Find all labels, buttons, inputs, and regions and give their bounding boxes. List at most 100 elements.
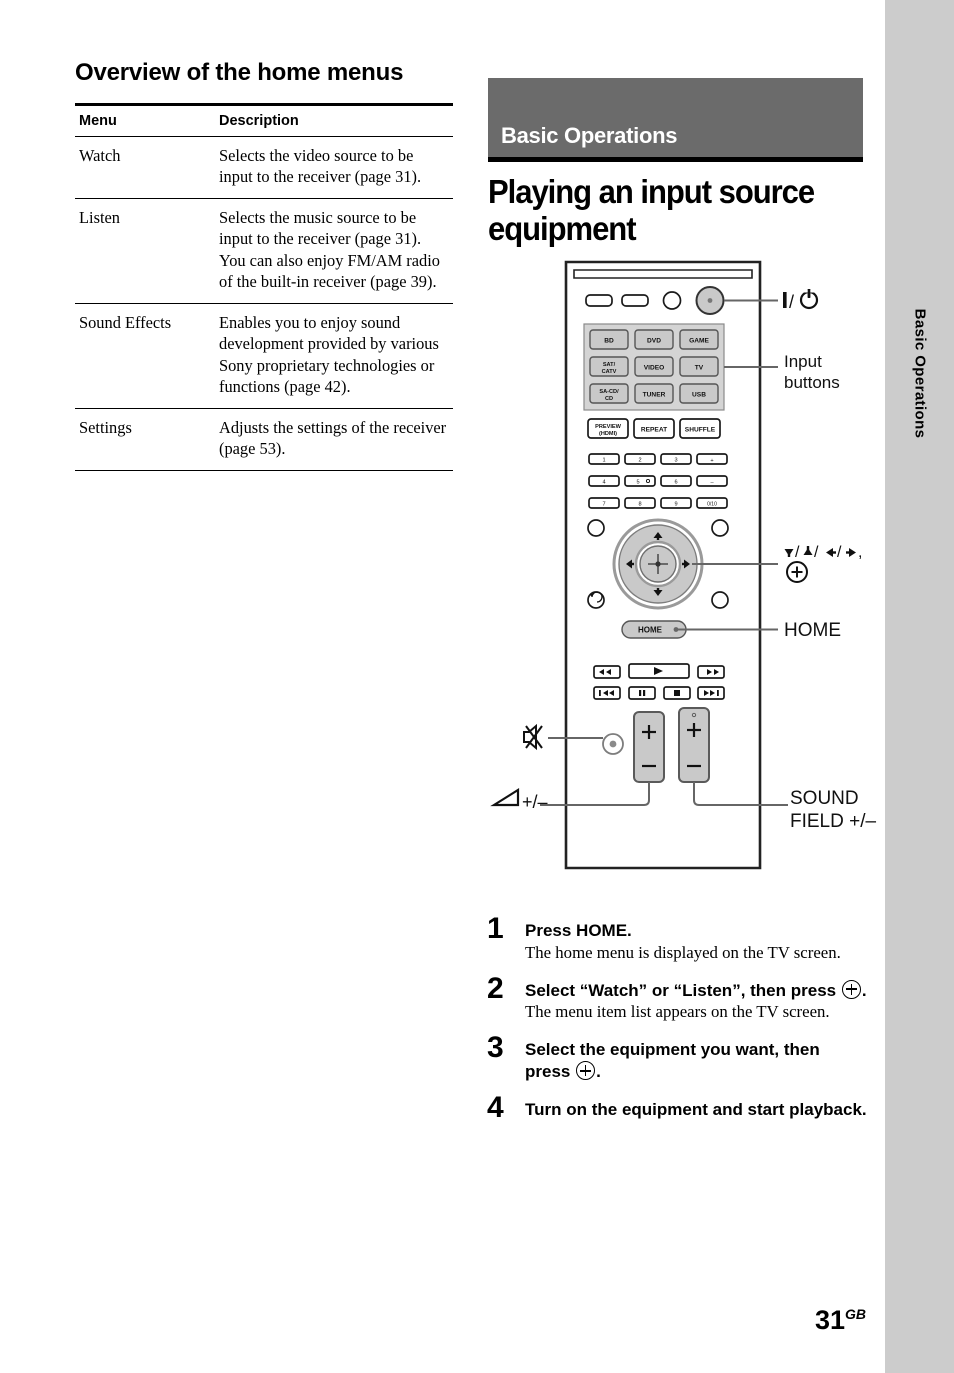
callout-input-buttons-line2: buttons — [784, 373, 840, 392]
aux-button-top-left[interactable] — [587, 519, 605, 537]
shuffle-label: SHUFFLE — [685, 427, 716, 434]
pause-button[interactable] — [628, 686, 656, 700]
svg-text:,: , — [858, 544, 862, 561]
callout-volume: +/– — [490, 788, 548, 812]
previous-bar — [599, 690, 601, 696]
preview-hdmi-label2: (HDMI) — [599, 431, 617, 437]
num-label-3: 3 — [674, 458, 677, 464]
num-label-0-10: 0/10 — [707, 501, 717, 507]
right-column: Basic Operations Playing an input source… — [488, 78, 863, 248]
num-label-8: 8 — [638, 502, 641, 508]
num-label-plus: + — [710, 458, 713, 464]
input-button-game-label: GAME — [689, 338, 709, 345]
step-2: 2 Select “Watch” or “Listen”, then press… — [487, 971, 867, 1024]
enter-button-icon — [841, 979, 861, 999]
standby-stem-icon-2 — [807, 289, 811, 297]
callout-home: HOME — [784, 620, 841, 641]
svg-text:/: / — [814, 544, 819, 561]
column-header-description: Description — [215, 102, 453, 137]
dpad-down-stem — [656, 588, 660, 592]
callout-sound-field-line1: SOUND — [790, 788, 859, 809]
input-button-usb-label: USB — [692, 392, 706, 399]
input-button-bd-label: BD — [604, 338, 614, 345]
aux-button-top-right[interactable] — [711, 519, 729, 537]
volume-rocker[interactable] — [633, 711, 665, 783]
dpad-left-stem — [630, 562, 634, 566]
cell-description: Selects the music source to be input to … — [215, 198, 453, 304]
cell-menu: Listen — [75, 198, 215, 304]
input-buttons-panel: BD DVD GAME SAT/ CATV VIDEO TV SA-CD/ CD… — [583, 323, 725, 411]
stop-icon — [674, 690, 680, 696]
callout-volume-label: +/– — [522, 792, 548, 812]
remote-control-figure: .bodyline { fill:#ffffff; stroke:#222; s… — [488, 256, 888, 896]
num-label-2: 2 — [638, 458, 641, 464]
enter-button-icon — [576, 1061, 596, 1081]
input-button-dvd-label: DVD — [647, 338, 661, 345]
input-button-sacd-cd-label: SA-CD/ — [599, 389, 619, 395]
svg-text:/: / — [837, 544, 842, 561]
muting-button-dot — [609, 740, 617, 748]
cell-description: Adjusts the settings of the receiver (pa… — [215, 408, 453, 471]
cell-description: Enables you to enjoy sound development p… — [215, 303, 453, 409]
num-label-9: 9 — [674, 502, 677, 508]
table-row: Watch Selects the video source to be inp… — [75, 136, 453, 199]
procedure-steps: 1 Press HOME. The home menu is displayed… — [487, 914, 867, 1133]
section-banner: Basic Operations — [488, 78, 863, 162]
next-bar — [717, 690, 719, 696]
volume-triangle-icon — [490, 788, 520, 807]
step-1: 1 Press HOME. The home menu is displayed… — [487, 914, 867, 964]
num-label-6: 6 — [674, 480, 677, 486]
aux-button-bottom-right[interactable] — [711, 591, 729, 609]
home-menus-table: Menu Description Watch Selects the video… — [75, 102, 453, 471]
repeat-label: REPEAT — [641, 427, 667, 434]
step-4-heading: Turn on the equipment and start playback… — [525, 1099, 867, 1119]
power-slash: / — [789, 292, 794, 312]
side-index-tab-label: Basic Operations — [911, 308, 928, 439]
input-button-sacd-cd-label2: CD — [605, 396, 613, 402]
top-button-1[interactable] — [585, 294, 613, 307]
function-buttons-row: PREVIEW (HDMI) REPEAT SHUFFLE — [587, 418, 721, 439]
article-heading: Playing an input source equipment — [488, 173, 815, 248]
input-button-sat-catv-label2: CATV — [602, 369, 617, 375]
step-1-description: The home menu is displayed on the TV scr… — [525, 942, 841, 962]
num-label-1: 1 — [602, 458, 605, 464]
step-3: 3 Select the equipment you want, then pr… — [487, 1033, 867, 1083]
table-row: Sound Effects Enables you to enjoy sound… — [75, 303, 453, 409]
step-2-heading-period: . — [861, 980, 867, 1000]
sound-field-rocker[interactable] — [678, 707, 710, 783]
input-button-tv-label: TV — [695, 365, 704, 372]
power-bar-icon — [783, 292, 787, 308]
step-2-heading: Select “Watch” or “Listen”, then press . — [525, 979, 867, 1002]
step-1-heading: Press HOME. — [525, 921, 632, 940]
table-row: Listen Selects the music source to be in… — [75, 198, 453, 304]
page-number: 31GB — [815, 1305, 866, 1336]
dpad-right-stem — [682, 562, 686, 566]
step-2-number: 2 — [487, 971, 504, 1005]
power-button-dot — [707, 298, 713, 303]
top-button-3[interactable] — [662, 291, 682, 310]
page-number-value: 31 — [815, 1305, 846, 1335]
num-label-7: 7 — [602, 502, 605, 508]
svg-text:/: / — [795, 544, 800, 561]
callout-navigation: / / / , — [784, 544, 862, 583]
left-column: Overview of the home menus Menu Descript… — [75, 58, 453, 471]
callout-sound-field-line2: FIELD +/– — [790, 811, 876, 832]
step-4: 4 Turn on the equipment and start playba… — [487, 1093, 867, 1123]
step-2-heading-text: Select “Watch” or “Listen”, then press — [525, 980, 837, 1000]
num-button-5[interactable] — [624, 475, 656, 487]
callout-input-buttons-line1: Input — [784, 352, 822, 371]
pause-bar-1 — [639, 690, 642, 696]
callout-enter-icon — [786, 561, 808, 583]
column-header-menu: Menu — [75, 102, 215, 137]
preview-hdmi-label: PREVIEW — [595, 424, 622, 430]
remote-control-illustration: .bodyline { fill:#ffffff; stroke:#222; s… — [490, 260, 876, 870]
home-button-label: HOME — [638, 626, 663, 635]
page-region-code: GB — [845, 1306, 867, 1322]
step-3-heading-text: Select the equipment you want, then pres… — [525, 1040, 820, 1082]
table-row: Settings Adjusts the settings of the rec… — [75, 408, 453, 471]
home-button-dot — [673, 627, 679, 632]
top-button-2[interactable] — [621, 294, 649, 307]
input-button-video-label: VIDEO — [644, 365, 665, 372]
num-label-4: 4 — [602, 480, 605, 486]
home-button-group: HOME — [621, 620, 687, 639]
